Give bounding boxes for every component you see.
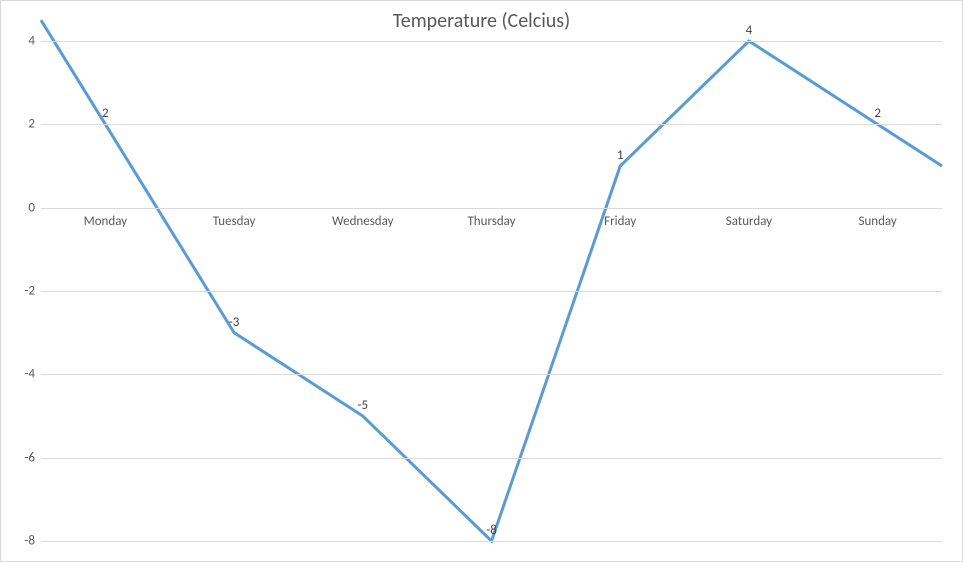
gridline	[41, 541, 942, 542]
data-label: 1	[617, 148, 624, 163]
x-tick-label: Saturday	[726, 214, 772, 229]
plot-area: 420-2-4-6-8MondayTuesdayWednesdayThursda…	[41, 41, 942, 541]
chart-container: Temperature (Celcius) 4 2 0 -2 -4 -6 -8 Monday T…	[0, 0, 963, 562]
x-tick-label: Friday	[604, 214, 636, 229]
y-tick-label: -6	[9, 450, 35, 465]
gridline	[41, 458, 942, 459]
gridline	[41, 124, 942, 125]
x-tick-label: Tuesday	[213, 214, 256, 229]
data-label: 4	[746, 23, 753, 38]
y-tick-label: -4	[9, 367, 35, 382]
data-label: 2	[874, 106, 881, 121]
y-tick-label: 2	[9, 117, 35, 132]
gridline	[41, 208, 942, 209]
y-tick-label: 0	[9, 200, 35, 215]
data-label: -3	[229, 315, 240, 330]
x-tick-label: Wednesday	[332, 214, 393, 229]
gridline	[41, 41, 942, 42]
gridline	[41, 374, 942, 375]
y-tick-label: -2	[9, 284, 35, 299]
x-tick-label: Sunday	[858, 214, 896, 229]
gridline	[41, 291, 942, 292]
x-tick-label: Monday	[84, 214, 128, 229]
chart-title: Temperature (Celcius)	[1, 9, 962, 33]
line-path	[41, 20, 942, 541]
data-label: -8	[486, 523, 497, 538]
data-label: -5	[357, 398, 368, 413]
data-label: 2	[102, 106, 109, 121]
y-tick-label: -8	[9, 534, 35, 549]
x-tick-label: Thursday	[467, 214, 515, 229]
y-tick-label: 4	[9, 34, 35, 49]
